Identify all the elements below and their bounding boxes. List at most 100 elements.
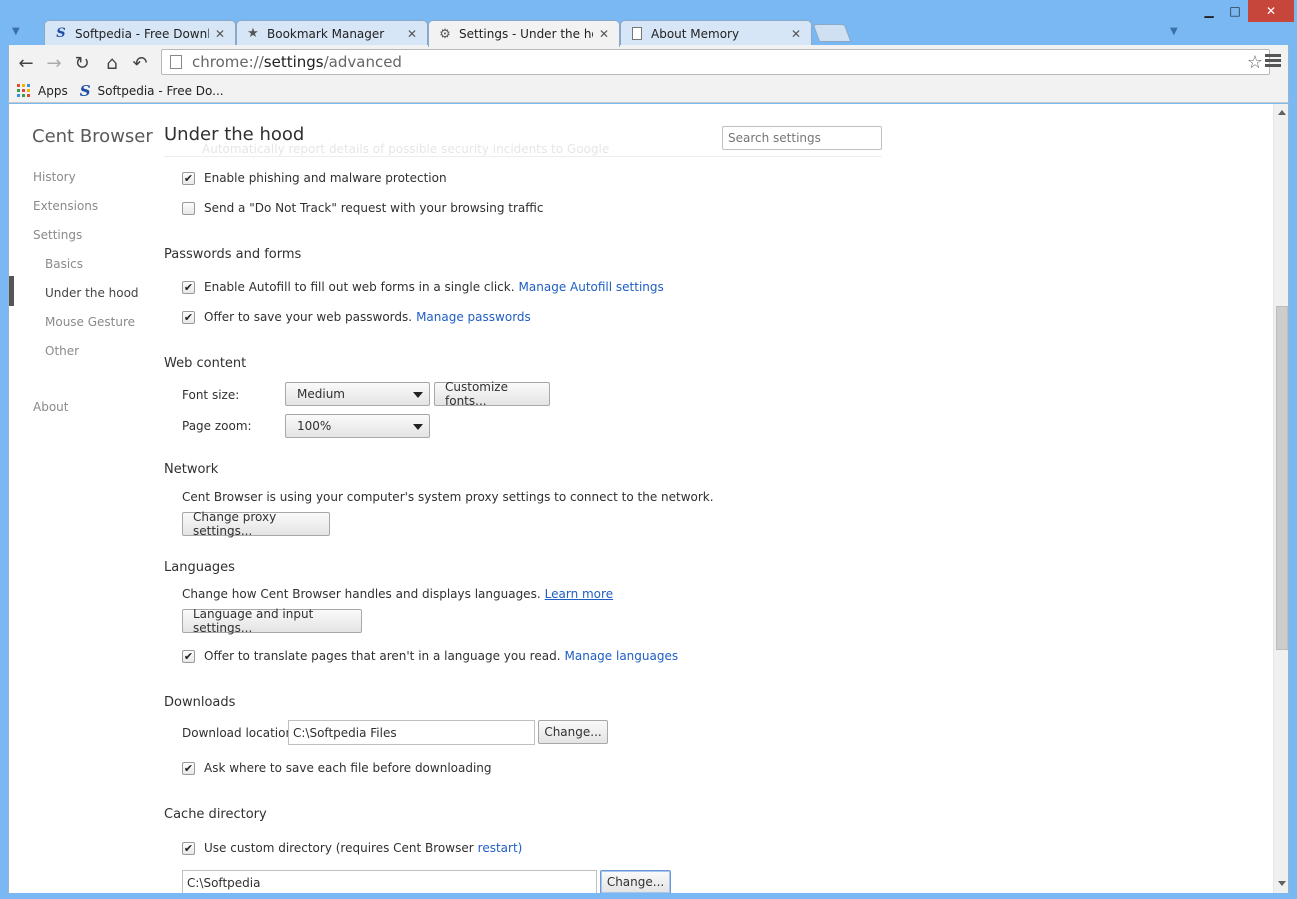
dropdown-arrow-icon [413,424,423,430]
softpedia-logo-icon: S [79,81,91,100]
section-cache-title: Cache directory [164,807,267,822]
tab-settings[interactable]: ⚙ Settings - Under the hood ✕ [428,20,620,47]
browser-window: ▼ S Softpedia - Free Downloa ✕ ★ Bookmar… [0,0,1297,899]
phishing-checkbox[interactable]: ✔ [182,171,195,185]
languages-description: Change how Cent Browser handles and disp… [182,587,541,601]
hamburger-menu-icon[interactable] [1265,54,1281,70]
download-change-button[interactable]: Change... [538,720,608,744]
ask-download-label: Ask where to save each file before downl… [204,761,492,775]
section-languages-title: Languages [164,560,235,575]
tab-title: Bookmark Manager [267,26,385,41]
sidebar-item-basics[interactable]: Basics [45,257,83,271]
scrollbar-thumb[interactable] [1276,306,1288,650]
autofill-checkbox[interactable]: ✔ [182,280,195,294]
forward-arrow-icon[interactable]: → [43,52,65,74]
minimize-button[interactable]: ▁ [1196,0,1222,22]
ask-download-row: ✔ Ask where to save each file before dow… [182,761,492,775]
bookmark-star-icon[interactable]: ☆ [1247,52,1263,73]
close-tab-icon[interactable]: ✕ [213,27,227,41]
dnt-checkbox[interactable] [182,201,195,215]
custom-cache-checkbox[interactable]: ✔ [182,841,195,855]
page-zoom-select[interactable]: 100% [285,414,430,438]
dropdown-arrow-icon [413,392,423,398]
restart-link[interactable]: restart) [478,841,523,855]
page-icon [170,55,182,69]
star-icon: ★ [247,26,259,41]
page-icon [629,26,645,42]
section-passwords-title: Passwords and forms [164,247,302,262]
close-tab-icon[interactable]: ✕ [789,27,803,41]
selected-indicator [9,276,14,306]
vertical-scrollbar[interactable] [1273,104,1288,893]
home-icon[interactable]: ⌂ [101,52,123,74]
bookmark-apps[interactable]: Apps [17,84,68,98]
tab-title: About Memory [651,26,740,41]
tab-title: Softpedia - Free Downloa [75,26,209,41]
sidebar-item-other[interactable]: Other [45,344,79,358]
bookmark-label: Softpedia - Free Do... [97,83,224,98]
url-text: chrome://settings/advanced [192,53,402,71]
maximize-button[interactable]: □ [1222,0,1248,22]
tab-bookmark-manager[interactable]: ★ Bookmark Manager ✕ [236,20,428,46]
translate-label: Offer to translate pages that aren't in … [204,649,561,663]
gear-icon: ⚙ [439,26,451,42]
font-size-select[interactable]: Medium [285,382,430,406]
language-input-settings-button[interactable]: Language and input settings... [182,607,362,635]
page-zoom-value: 100% [297,419,332,433]
customize-fonts-button[interactable]: Customize fonts... [434,380,550,408]
save-passwords-row: ✔ Offer to save your web passwords. Mana… [182,310,531,324]
section-downloads-title: Downloads [164,695,236,710]
brand-title: Cent Browser [32,126,153,147]
save-passwords-checkbox[interactable]: ✔ [182,310,195,324]
sidebar-item-under-the-hood[interactable]: Under the hood [45,286,139,300]
scroll-down-arrow-icon[interactable] [1278,881,1286,886]
section-web-content-title: Web content [164,356,247,371]
tab-overflow-chevron-icon[interactable]: ▼ [1170,26,1178,37]
dnt-label: Send a "Do Not Track" request with your … [204,201,544,215]
apps-grid-icon [17,84,30,97]
custom-cache-row: ✔ Use custom directory (requires Cent Br… [182,841,522,855]
close-window-button[interactable]: ✕ [1248,0,1294,22]
translate-row: ✔ Offer to translate pages that aren't i… [182,649,678,663]
address-bar[interactable]: chrome://settings/advanced ☆ [161,49,1270,75]
dnt-row: Send a "Do Not Track" request with your … [182,201,543,215]
reload-icon[interactable]: ↻ [71,52,93,74]
page-zoom-label: Page zoom: [182,419,252,433]
learn-more-link[interactable]: Learn more [545,587,613,601]
cache-change-button[interactable]: Change... [600,870,671,893]
sidebar-item-history[interactable]: History [33,170,76,184]
tab-about-memory[interactable]: About Memory ✕ [620,20,812,46]
tab-list-chevron-icon[interactable]: ▼ [12,26,26,38]
change-proxy-button[interactable]: Change proxy settings... [182,510,330,538]
manage-autofill-link[interactable]: Manage Autofill settings [519,280,664,294]
bookmark-softpedia[interactable]: S Softpedia - Free Do... [80,82,224,100]
sidebar-item-mouse-gesture[interactable]: Mouse Gesture [45,315,135,329]
tab-softpedia[interactable]: S Softpedia - Free Downloa ✕ [44,20,236,46]
header-divider [164,156,882,157]
translate-checkbox[interactable]: ✔ [182,649,195,663]
new-tab-button[interactable] [812,24,852,42]
sidebar-item-settings[interactable]: Settings [33,228,82,242]
download-location-field[interactable]: C:\Softpedia Files [288,720,535,745]
autofill-row: ✔ Enable Autofill to fill out web forms … [182,280,664,294]
manage-passwords-link[interactable]: Manage passwords [416,310,531,324]
close-tab-icon[interactable]: ✕ [405,27,419,41]
font-size-value: Medium [297,387,345,401]
sidebar-item-extensions[interactable]: Extensions [33,199,98,213]
search-settings-input[interactable] [722,126,882,150]
scroll-up-arrow-icon[interactable] [1278,110,1286,115]
settings-main: Automatically report details of possible… [164,104,884,893]
download-location-label: Download location: [182,726,298,740]
cache-path-field[interactable]: C:\Softpedia [182,870,597,893]
sidebar-item-about[interactable]: About [33,400,68,414]
close-tab-icon[interactable]: ✕ [597,27,611,41]
manage-languages-link[interactable]: Manage languages [565,649,679,663]
back-arrow-icon[interactable]: ← [15,52,37,74]
ask-download-checkbox[interactable]: ✔ [182,761,195,775]
undo-close-icon[interactable]: ↶ [129,52,151,74]
phishing-label: Enable phishing and malware protection [204,171,447,185]
autofill-label: Enable Autofill to fill out web forms in… [204,280,515,294]
network-description: Cent Browser is using your computer's sy… [182,490,714,504]
font-size-label: Font size: [182,388,240,402]
languages-description-row: Change how Cent Browser handles and disp… [182,587,613,601]
